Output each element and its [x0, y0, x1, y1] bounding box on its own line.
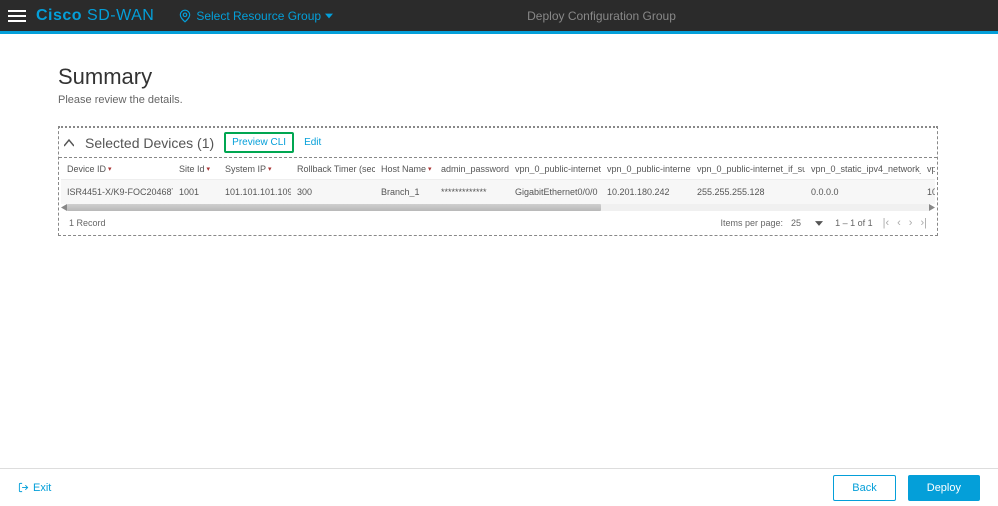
col-vpn0-static2[interactable]: vpn_0_stati: [921, 164, 935, 174]
cell-vpn0-if: GigabitEthernet0/0/0: [509, 187, 601, 197]
pagination-info: 1 – 1 of 1: [835, 218, 873, 228]
ipp-label: Items per page:: [721, 218, 784, 228]
topbar: Cisco SD-WAN Select Resource Group Deplo…: [0, 0, 998, 31]
col-site-id[interactable]: Site Id▾: [173, 164, 219, 174]
page-title: Summary: [58, 64, 938, 90]
cell-device-id: ISR4451-X/K9-FOC20468TWU: [61, 187, 173, 197]
cell-admin-pwd: *************: [435, 187, 509, 197]
hamburger-menu-icon[interactable]: [8, 7, 26, 25]
col-admin-pwd[interactable]: admin_password▾: [435, 164, 509, 174]
cell-vpn0-if-subnet: 255.255.255.128: [691, 187, 805, 197]
page-prev-icon[interactable]: ‹: [897, 217, 901, 229]
pagination-controls: |‹ ‹ › ›|: [883, 217, 927, 229]
sort-icon: ▾: [207, 165, 211, 173]
ipp-value: 25: [791, 218, 801, 228]
col-host-name[interactable]: Host Name▾: [375, 164, 435, 174]
resource-group-label: Select Resource Group: [196, 9, 321, 23]
deploy-button[interactable]: Deploy: [908, 475, 980, 501]
caret-down-icon: [815, 221, 823, 226]
preview-cli-button[interactable]: Preview CLI: [224, 132, 294, 153]
items-per-page: Items per page: 25: [721, 217, 826, 229]
page-subtitle: Please review the details.: [58, 94, 938, 106]
page-first-icon[interactable]: |‹: [883, 217, 890, 229]
collapse-toggle[interactable]: [63, 137, 75, 149]
device-table: Device ID▾ Site Id▾ System IP▾ Rollback …: [59, 158, 937, 235]
pin-icon: [178, 9, 192, 23]
caret-down-icon: [325, 12, 333, 20]
panel-title: Selected Devices (1): [85, 135, 214, 151]
ipp-select[interactable]: 25: [789, 217, 825, 229]
col-vpn0-if-ip[interactable]: vpn_0_public-internet_if_ip▾: [601, 164, 691, 174]
exit-link[interactable]: Exit: [18, 482, 51, 494]
exit-icon: [18, 482, 29, 493]
table-header-row: Device ID▾ Site Id▾ System IP▾ Rollback …: [61, 158, 935, 180]
cell-rollback: 300: [291, 187, 375, 197]
col-vpn0-if[interactable]: vpn_0_public-internet_if▾: [509, 164, 601, 174]
brand-cisco: Cisco: [36, 7, 82, 24]
page-next-icon[interactable]: ›: [909, 217, 913, 229]
cell-vpn0-if-ip: 10.201.180.242: [601, 187, 691, 197]
selected-devices-panel: Selected Devices (1) Preview CLI Edit De…: [58, 126, 938, 236]
edit-link[interactable]: Edit: [304, 137, 321, 148]
exit-label: Exit: [33, 482, 51, 494]
cell-vpn0-static2: 10.201.18: [921, 187, 935, 197]
col-device-id[interactable]: Device ID▾: [61, 164, 173, 174]
cell-site-id: 1001: [173, 187, 219, 197]
main-content: Summary Please review the details. Selec…: [0, 34, 998, 236]
sort-icon: ▾: [428, 165, 432, 173]
record-count: 1 Record: [69, 218, 106, 228]
brand-logo: Cisco SD-WAN: [36, 7, 154, 25]
col-system-ip[interactable]: System IP▾: [219, 164, 291, 174]
page-last-icon[interactable]: ›|: [920, 217, 927, 229]
resource-group-selector[interactable]: Select Resource Group: [178, 9, 333, 23]
panel-header: Selected Devices (1) Preview CLI Edit: [59, 128, 937, 158]
back-button[interactable]: Back: [833, 475, 895, 501]
horizontal-scrollbar[interactable]: [67, 204, 929, 211]
brand-sdwan: SD-WAN: [87, 7, 154, 24]
table-row[interactable]: ISR4451-X/K9-FOC20468TWU 1001 101.101.10…: [61, 180, 935, 204]
col-vpn0-static-addr[interactable]: vpn_0_static_ipv4_network_addr▾: [805, 164, 921, 174]
col-rollback[interactable]: Rollback Timer (sec)▾: [291, 164, 375, 174]
table-footer: 1 Record Items per page: 25 1 – 1 of 1 |…: [61, 211, 935, 235]
wizard-title: Deploy Configuration Group: [527, 9, 676, 23]
cell-host-name: Branch_1: [375, 187, 435, 197]
cell-system-ip: 101.101.101.109: [219, 187, 291, 197]
chevron-up-icon: [64, 138, 74, 148]
col-vpn0-if-subnet[interactable]: vpn_0_public-internet_if_subnet▾: [691, 164, 805, 174]
sort-icon: ▾: [268, 165, 272, 173]
sort-icon: ▾: [108, 165, 112, 173]
cell-vpn0-static-addr: 0.0.0.0: [805, 187, 921, 197]
page-footer: Exit Back Deploy: [0, 468, 998, 506]
scrollbar-thumb[interactable]: [67, 204, 601, 211]
